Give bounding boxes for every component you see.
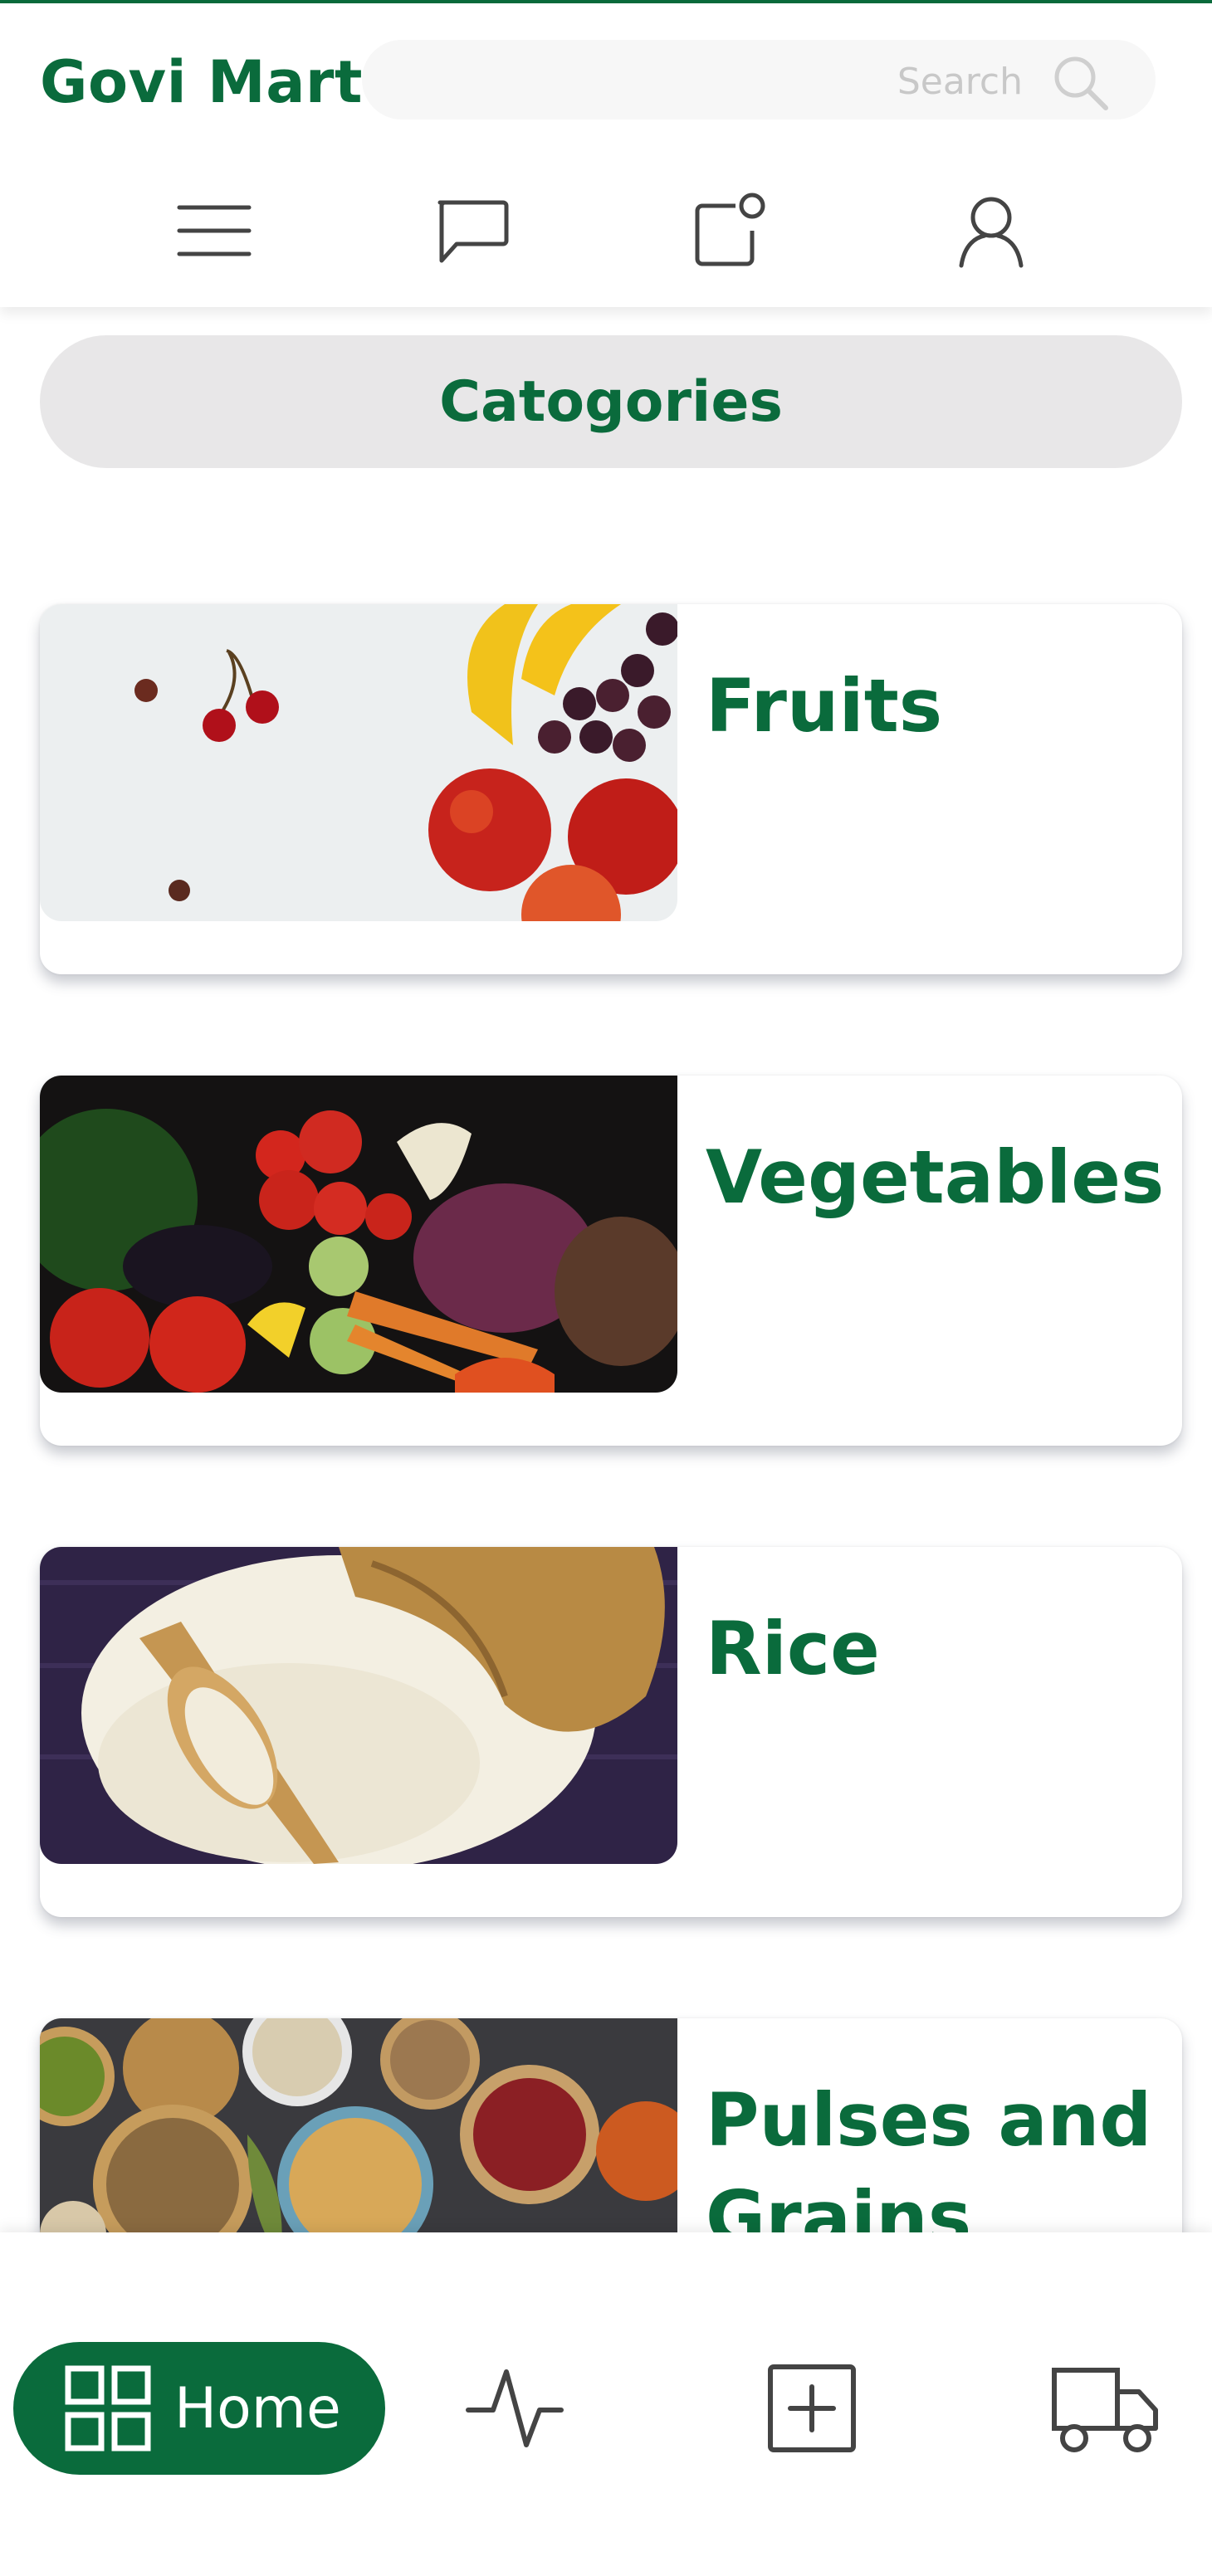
- search-icon[interactable]: [1049, 51, 1111, 113]
- add-square-icon[interactable]: [762, 2359, 862, 2458]
- app-header: Govi Mart Search: [0, 3, 1212, 307]
- home-tab-label: Home: [174, 2375, 341, 2442]
- category-card-rice[interactable]: Rice: [40, 1547, 1182, 1917]
- user-icon[interactable]: [951, 191, 1031, 271]
- home-tab-button[interactable]: Home: [13, 2342, 385, 2475]
- search-input[interactable]: Search: [362, 40, 1156, 120]
- notification-icon[interactable]: [689, 191, 769, 271]
- truck-icon[interactable]: [1051, 2359, 1161, 2458]
- vegetables-illustration: [40, 1076, 677, 1393]
- search-placeholder: Search: [897, 61, 1023, 103]
- bottom-navigation: Home: [0, 2232, 1212, 2576]
- categories-header: Catogories: [40, 335, 1182, 468]
- grid-icon: [65, 2365, 151, 2452]
- fruits-image: [40, 604, 677, 921]
- category-label-vegetables: Vegetables: [706, 1134, 1165, 1220]
- category-label-rice: Rice: [706, 1606, 880, 1691]
- category-card-fruits[interactable]: Fruits: [40, 604, 1182, 974]
- category-label-fruits: Fruits: [706, 663, 943, 749]
- categories-title: Catogories: [439, 368, 783, 435]
- menu-icon[interactable]: [174, 191, 254, 271]
- category-card-vegetables[interactable]: Vegetables: [40, 1076, 1182, 1446]
- brand-title: Govi Mart: [40, 48, 363, 116]
- vegetables-image: [40, 1076, 677, 1393]
- chat-icon[interactable]: [432, 191, 511, 271]
- rice-illustration: [40, 1547, 677, 1864]
- rice-image: [40, 1547, 677, 1864]
- fruits-illustration: [40, 604, 677, 921]
- activity-icon[interactable]: [465, 2359, 564, 2458]
